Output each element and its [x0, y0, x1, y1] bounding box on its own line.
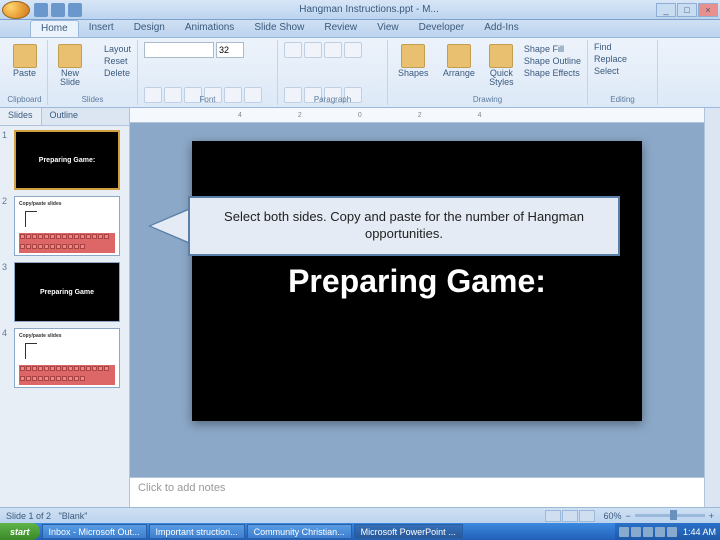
new-slide-button[interactable]: New Slide [54, 42, 86, 103]
indent-inc-button[interactable] [344, 42, 362, 58]
taskbar-item[interactable]: Microsoft PowerPoint ... [354, 524, 463, 539]
status-bar: Slide 1 of 2 "Blank" 60% − + [0, 507, 720, 523]
quick-styles-icon [489, 44, 513, 68]
shape-outline-button[interactable]: Shape Outline [524, 56, 581, 66]
instruction-callout: Select both sides. Copy and paste for th… [148, 196, 620, 256]
theme-indicator: "Blank" [59, 511, 88, 521]
taskbar-item[interactable]: Inbox - Microsoft Out... [42, 524, 147, 539]
find-button[interactable]: Find [594, 42, 651, 52]
paste-icon [13, 44, 37, 68]
close-button[interactable]: × [698, 3, 718, 17]
office-button[interactable] [2, 1, 30, 19]
slide-title[interactable]: Preparing Game: [288, 263, 546, 300]
shape-effects-button[interactable]: Shape Effects [524, 68, 581, 78]
notes-pane[interactable]: Click to add notes [130, 477, 704, 507]
slide-editor[interactable]: Preparing Game: [130, 123, 704, 477]
windows-taskbar: start Inbox - Microsoft Out... Important… [0, 523, 720, 540]
tab-addins[interactable]: Add-Ins [474, 20, 528, 37]
shapes-button[interactable]: Shapes [394, 42, 433, 103]
tray-icon[interactable] [631, 527, 641, 537]
ribbon-tabs: Home Insert Design Animations Slide Show… [0, 20, 720, 38]
tab-review[interactable]: Review [314, 20, 367, 37]
zoom-in-button[interactable]: + [709, 511, 714, 521]
title-bar: Hangman Instructions.ppt - M... _ □ × [0, 0, 720, 20]
thumbnail-list: 1Preparing Game:2Copy/paste slides3Prepa… [0, 126, 129, 398]
group-paragraph: Paragraph [278, 40, 388, 105]
tab-home[interactable]: Home [30, 20, 79, 37]
zoom-value: 60% [603, 511, 621, 521]
vertical-scrollbar[interactable] [704, 108, 720, 507]
arrange-icon [447, 44, 471, 68]
replace-button[interactable]: Replace [594, 54, 651, 64]
taskbar-item[interactable]: Important struction... [149, 524, 245, 539]
start-button[interactable]: start [0, 523, 40, 540]
horizontal-ruler: 42024 [130, 108, 704, 123]
quick-access-toolbar [34, 3, 82, 17]
clock[interactable]: 1:44 AM [683, 527, 716, 537]
tab-developer[interactable]: Developer [409, 20, 475, 37]
tray-icon[interactable] [655, 527, 665, 537]
font-name-input[interactable] [144, 42, 214, 58]
slide-canvas[interactable]: Preparing Game: [192, 141, 642, 421]
tab-slideshow[interactable]: Slide Show [244, 20, 314, 37]
undo-icon[interactable] [51, 3, 65, 17]
save-icon[interactable] [34, 3, 48, 17]
paste-button[interactable]: Paste [8, 42, 41, 80]
window-title: Hangman Instructions.ppt - M... [82, 4, 656, 15]
group-drawing: Shapes Arrange Quick Styles Shape Fill S… [388, 40, 588, 105]
reset-button[interactable]: Reset [104, 56, 131, 66]
group-font: Font [138, 40, 278, 105]
font-size-input[interactable] [216, 42, 244, 58]
indent-dec-button[interactable] [324, 42, 342, 58]
tab-insert[interactable]: Insert [79, 20, 124, 37]
slide-indicator: Slide 1 of 2 [6, 511, 51, 521]
new-slide-icon [58, 44, 82, 68]
layout-button[interactable]: Layout [104, 44, 131, 54]
group-slides: New Slide Layout Reset Delete Slides [48, 40, 138, 105]
tray-icon[interactable] [643, 527, 653, 537]
tab-design[interactable]: Design [124, 20, 175, 37]
tray-icon[interactable] [667, 527, 677, 537]
taskbar-item[interactable]: Community Christian... [247, 524, 352, 539]
system-tray: 1:44 AM [615, 523, 720, 540]
outline-tab[interactable]: Outline [42, 108, 87, 125]
slide-thumbnail[interactable]: 2Copy/paste slides [4, 196, 125, 256]
arrange-button[interactable]: Arrange [439, 42, 479, 103]
maximize-button[interactable]: □ [677, 3, 697, 17]
ribbon: Paste Clipboard New Slide Layout Reset D… [0, 38, 720, 108]
slideshow-view-button[interactable] [579, 510, 595, 522]
numbering-button[interactable] [304, 42, 322, 58]
group-editing: Find Replace Select Editing [588, 40, 658, 105]
bullets-button[interactable] [284, 42, 302, 58]
sorter-view-button[interactable] [562, 510, 578, 522]
tray-icon[interactable] [619, 527, 629, 537]
delete-button[interactable]: Delete [104, 68, 131, 78]
slide-thumbnail[interactable]: 3Preparing Game [4, 262, 125, 322]
slide-thumbnail[interactable]: 1Preparing Game: [4, 130, 125, 190]
callout-text: Select both sides. Copy and paste for th… [188, 196, 620, 256]
tab-animations[interactable]: Animations [175, 20, 244, 37]
zoom-slider[interactable] [635, 514, 705, 517]
zoom-out-button[interactable]: − [625, 511, 630, 521]
normal-view-button[interactable] [545, 510, 561, 522]
redo-icon[interactable] [68, 3, 82, 17]
shape-fill-button[interactable]: Shape Fill [524, 44, 581, 54]
slides-tab[interactable]: Slides [0, 108, 42, 125]
shapes-icon [401, 44, 425, 68]
group-clipboard: Paste Clipboard [2, 40, 48, 105]
select-button[interactable]: Select [594, 66, 651, 76]
slide-thumbnail[interactable]: 4Copy/paste slides [4, 328, 125, 388]
minimize-button[interactable]: _ [656, 3, 676, 17]
quick-styles-button[interactable]: Quick Styles [485, 42, 518, 103]
tab-view[interactable]: View [367, 20, 409, 37]
slides-pane: Slides Outline 1Preparing Game:2Copy/pas… [0, 108, 130, 507]
